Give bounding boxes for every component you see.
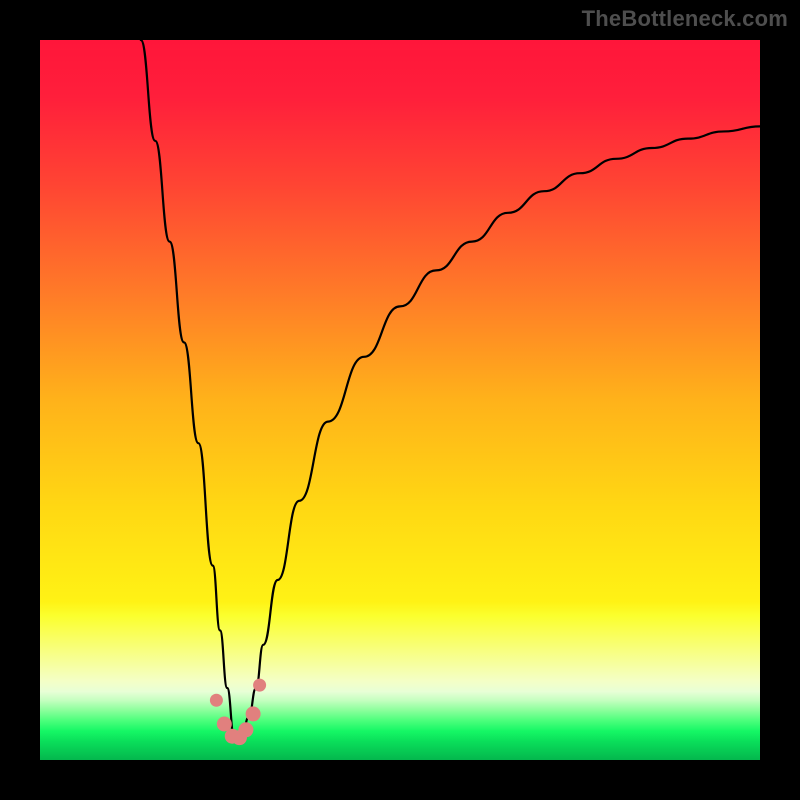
chart-frame: TheBottleneck.com <box>0 0 800 800</box>
highlight-markers <box>210 679 266 746</box>
bottleneck-curve <box>141 40 760 738</box>
marker-dot <box>246 706 261 721</box>
watermark-text: TheBottleneck.com <box>582 6 788 32</box>
bottleneck-curve-layer <box>40 40 760 760</box>
marker-dot <box>238 722 253 737</box>
marker-dot <box>210 694 223 707</box>
plot-area <box>40 40 760 760</box>
marker-dot <box>253 679 266 692</box>
